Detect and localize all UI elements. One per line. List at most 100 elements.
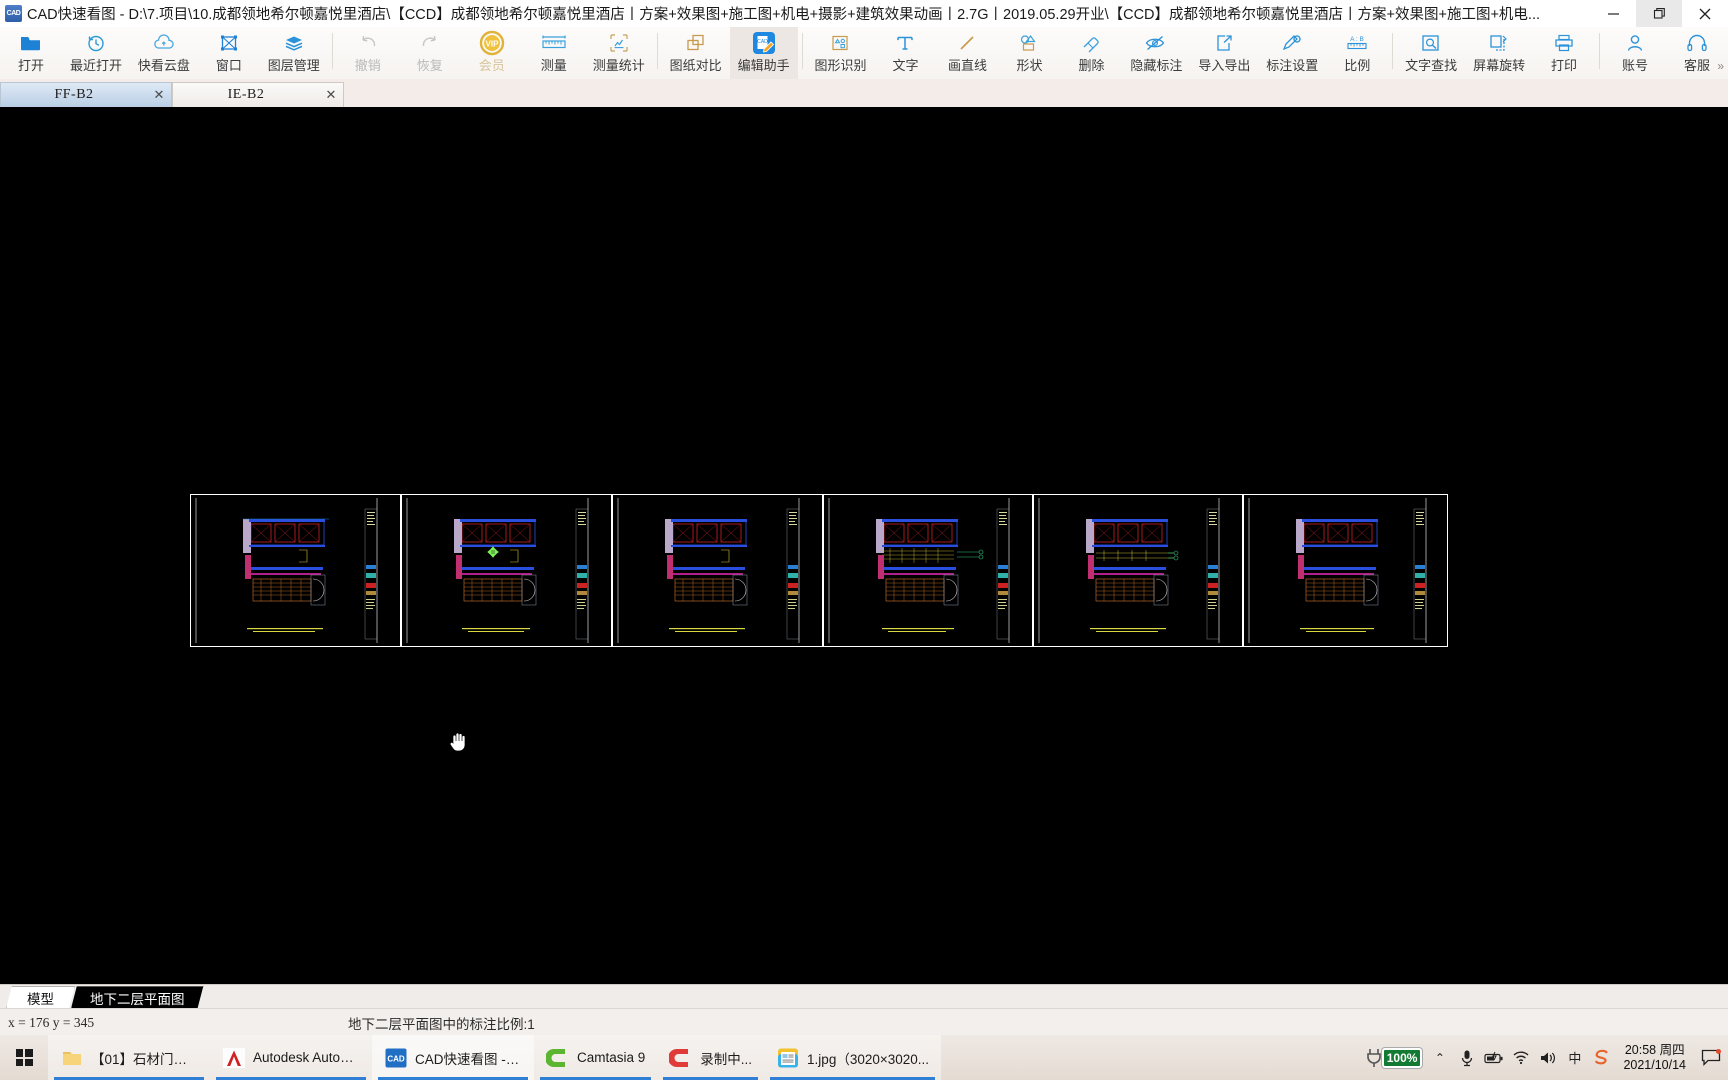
toolbar-import-export[interactable]: 导入导出 [1190,27,1258,82]
toolbar-recent-label: 最近打开 [69,58,122,73]
annotation-settings-icon [1281,30,1303,56]
account-person-icon [1625,30,1645,56]
drawing-sheet[interactable] [612,494,823,647]
toolbar-recent[interactable]: 最近打开 [62,27,130,82]
cad-app-icon: CAD [5,5,22,22]
tray-expand-chevron[interactable]: ⌃ [1426,1035,1453,1080]
toolbar-support[interactable]: 客服 [1666,27,1728,82]
toolbar-annotation-settings[interactable]: 标注设置 [1258,27,1326,82]
toolbar-shapes[interactable]: 形状 [998,27,1060,82]
toolbar-shape-recognition[interactable]: 图形识别 [807,27,875,82]
svg-text:A : B: A : B [1350,36,1364,43]
drawing-sheet[interactable] [1033,494,1243,647]
pan-hand-cursor [448,729,470,753]
toolbar-separator [1392,33,1394,69]
document-tab-ff-b2[interactable]: FF-B2 ✕ [0,82,172,107]
toolbar-window[interactable]: 窗口 [198,27,260,82]
toolbar-delete-label: 删除 [1078,58,1105,73]
toolbar-separator [1599,33,1601,69]
windows-taskbar: 【01】石材门套收... Autodesk AutoCA... CAD CAD快… [0,1035,1728,1080]
toolbar-open[interactable]: 打开 [0,27,62,82]
drawing-sheet[interactable] [823,494,1033,647]
window-icon [219,30,239,56]
cad-drawing [1244,495,1447,646]
close-button[interactable] [1682,0,1728,27]
close-icon[interactable]: ✕ [147,87,171,103]
document-tab-ie-b2[interactable]: IE-B2 ✕ [172,82,344,107]
cad-app-icon: CAD [384,1046,408,1070]
toolbar-vip-label: 会员 [478,58,505,73]
toolbar-account[interactable]: 账号 [1604,27,1666,82]
svg-text:CAD: CAD [387,1054,405,1063]
toolbar-undo[interactable]: 撤销 [337,27,399,82]
toolbar-import-export-label: 导入导出 [1198,58,1251,73]
taskbar-item-label: Camtasia 9 [577,1050,646,1065]
toolbar-delete[interactable]: 删除 [1060,27,1122,82]
close-icon[interactable]: ✕ [319,87,343,103]
toolbar-edit-assistant[interactable]: CAD 编辑助手 [729,27,798,82]
layout-tab-model[interactable]: 模型 [6,986,75,1009]
toolbar-redo-label: 恢复 [416,58,443,73]
cad-drawing [402,495,611,646]
text-icon [895,30,915,56]
drawing-canvas[interactable] [0,107,1728,984]
toolbar-print[interactable]: 打印 [1533,27,1595,82]
toolbar-measure-stats[interactable]: 测量统计 [585,27,653,82]
taskbar-item-label: Autodesk AutoCA... [253,1050,360,1065]
battery-saver-icon[interactable] [1480,1035,1507,1080]
toolbar-overflow-button[interactable]: » [1717,59,1724,73]
microphone-icon[interactable] [1453,1035,1480,1080]
toolbar-measure[interactable]: 测量 [523,27,585,82]
notification-badge-dot [1715,1048,1721,1054]
toolbar-hide-annotation[interactable]: 隐藏标注 [1122,27,1190,82]
drawing-sheet[interactable] [190,494,401,647]
ime-chinese-icon[interactable]: 中 [1561,1035,1588,1080]
toolbar-screen-rotate[interactable]: 屏幕旋转 [1465,27,1533,82]
toolbar-scale[interactable]: A : B 比例 [1326,27,1388,82]
main-toolbar: 打开 最近打开 快看云盘 窗口 图层管理 撤销 恢复 VIP 会员 测量 测量统… [0,27,1728,82]
clock-date: 2021/10/14 [1623,1057,1686,1072]
power-plug-icon [1366,1048,1381,1067]
shape-recognition-icon [830,30,850,56]
volume-icon[interactable] [1534,1035,1561,1080]
toolbar-measure-label: 测量 [540,58,567,73]
drawing-sheet[interactable] [401,494,612,647]
toolbar-redo[interactable]: 恢复 [399,27,461,82]
drawing-sheet[interactable] [1243,494,1448,647]
toolbar-layers[interactable]: 图层管理 [260,27,328,82]
toolbar-line[interactable]: 画直线 [936,27,998,82]
taskbar-item-recording[interactable]: 录制中... [657,1035,765,1080]
wifi-icon[interactable] [1507,1035,1534,1080]
system-tray: 100% ⌃ 中 20:58 周四 2021/10/14 [1362,1035,1728,1080]
import-export-icon [1214,30,1234,56]
maximize-restore-button[interactable] [1636,0,1682,27]
minimize-button[interactable] [1590,0,1636,27]
taskbar-item-camtasia[interactable]: Camtasia 9 [534,1035,658,1080]
window-controls [1590,0,1728,27]
cad-drawing [1034,495,1242,646]
taskbar-item-photos[interactable]: 1.jpg（3020×3020... [764,1035,942,1080]
eraser-icon [1080,30,1102,56]
taskbar-item-label: 【01】石材门套收... [91,1051,198,1067]
taskbar-item-cad-viewer[interactable]: CAD CAD快速看图 - D:\... [372,1035,534,1080]
window-title: CAD快速看图 - D:\7.项目\10.成都领地希尔顿嘉悦里酒店\【CCD】成… [27,7,1541,23]
folder-open-icon [20,30,42,56]
toolbar-cloud[interactable]: 快看云盘 [130,27,198,82]
taskbar-item-folder[interactable]: 【01】石材门套收... [48,1035,210,1080]
toolbar-compare-label: 图纸对比 [669,58,722,73]
toolbar-vip[interactable]: VIP 会员 [461,27,523,82]
toolbar-text[interactable]: 文字 [874,27,936,82]
taskbar-item-label: CAD快速看图 - D:\... [415,1051,522,1067]
toolbar-compare[interactable]: 图纸对比 [662,27,730,82]
svg-text:CAD: CAD [757,39,768,45]
battery-indicator[interactable]: 100% [1362,1035,1427,1080]
notification-icon[interactable] [1694,1035,1728,1080]
toolbar-text-search[interactable]: 文字查找 [1397,27,1465,82]
sogou-ime-icon[interactable] [1588,1035,1615,1080]
taskbar-item-autocad[interactable]: Autodesk AutoCA... [210,1035,372,1080]
layout-tab-basement-2[interactable]: 地下二层平面图 [71,986,204,1009]
windows-start-icon[interactable] [0,1035,48,1080]
taskbar-clock[interactable]: 20:58 周四 2021/10/14 [1615,1043,1694,1073]
toolbar-edit-assistant-label: 编辑助手 [737,58,790,73]
toolbar-separator [331,33,333,69]
